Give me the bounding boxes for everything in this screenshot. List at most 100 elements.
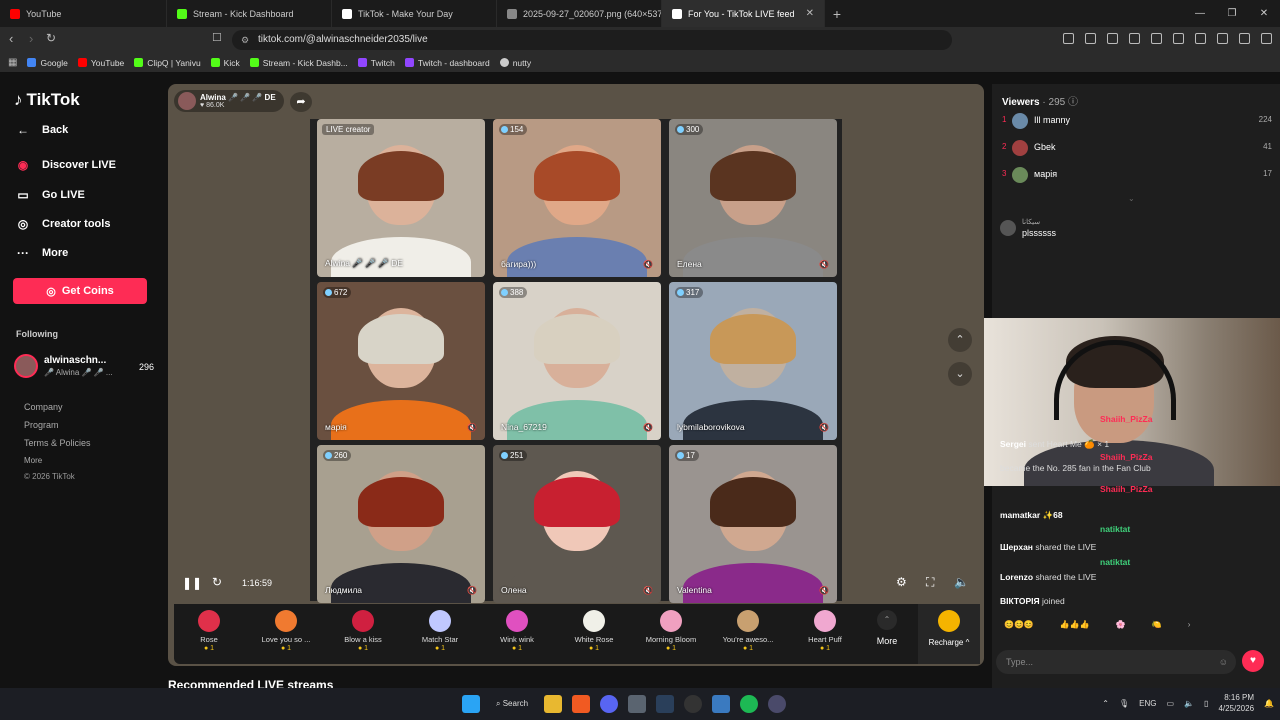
bookmark-icon[interactable]: ☐	[212, 31, 222, 44]
footer-more[interactable]: More	[24, 452, 91, 470]
reaction-icon[interactable]: 🌸	[1116, 620, 1126, 629]
clock[interactable]: 8:16 PM 4/25/2026	[1218, 692, 1254, 714]
extension-icon[interactable]	[1107, 33, 1118, 44]
notification-icon[interactable]: 🔔	[1264, 699, 1274, 708]
reaction-icon[interactable]: 👍👍👍	[1060, 620, 1090, 629]
reaction-icon[interactable]: 🍋	[1152, 620, 1162, 629]
guest-video-cell[interactable]: LIVE creator Alwina 🎤 🎤 🎤 DE	[317, 119, 485, 277]
tab-tiktok-live[interactable]: For You - TikTok LIVE feed ✕	[662, 0, 825, 27]
guest-video-cell[interactable]: 388 Nina_67219 🔇	[493, 282, 661, 440]
guest-video-cell[interactable]: 251 Олена 🔇	[493, 445, 661, 603]
sidebar-item-creator-tools[interactable]: ◎ Creator tools	[14, 217, 111, 231]
apps-grid-icon[interactable]: ▦	[8, 57, 17, 68]
pause-icon[interactable]: ❚❚	[182, 576, 202, 590]
restore-icon[interactable]: ❐	[1216, 0, 1248, 27]
tab-kick-dashboard[interactable]: Stream - Kick Dashboard	[167, 0, 332, 27]
sidebar-item-discover-live[interactable]: ◉ Discover LIVE	[14, 158, 116, 172]
bookmark-kick-dashboard[interactable]: Stream - Kick Dashb...	[249, 58, 348, 68]
app-icon[interactable]	[712, 695, 731, 713]
reaction-icon[interactable]: 😊😊😊	[1004, 620, 1034, 629]
gift-item[interactable]: Wink wink ● 1	[482, 610, 552, 652]
tiktok-logo[interactable]: ♪ TikTok	[14, 90, 80, 110]
discord-icon[interactable]	[600, 695, 619, 713]
chevron-up-icon[interactable]: ⌃	[1102, 699, 1109, 708]
windows-start-icon[interactable]	[462, 695, 480, 713]
gift-item[interactable]: You're aweso... ● 1	[713, 610, 783, 652]
obs-icon[interactable]	[684, 695, 703, 713]
tab-tiktok[interactable]: TikTok - Make Your Day	[332, 0, 497, 27]
gift-item[interactable]: Heart Puff ● 1	[790, 610, 860, 652]
gift-item[interactable]: Match Star ● 1	[405, 610, 475, 652]
extension-icon[interactable]	[1173, 33, 1184, 44]
refresh-icon[interactable]: ↻	[212, 575, 222, 589]
settings-app-icon[interactable]	[628, 695, 647, 713]
recharge-button[interactable]: Recharge ^	[918, 604, 980, 664]
previous-stream-button[interactable]: ⌃	[948, 328, 972, 352]
reload-icon[interactable]: ↻	[46, 31, 56, 45]
gift-item[interactable]: White Rose ● 1	[559, 610, 629, 652]
menu-icon[interactable]	[1261, 33, 1272, 44]
bookmark-youtube[interactable]: YouTube	[77, 58, 124, 68]
viewer-row[interactable]: 2 Gbek 41	[1002, 139, 1272, 157]
close-tab-icon[interactable]: ✕	[806, 8, 814, 19]
live-stream-player[interactable]: Alwina 🎤 🎤 🎤 DE ♥ 86.0K ➦ LIVE creator Al…	[168, 84, 984, 666]
settings-icon[interactable]: ⚙	[896, 575, 907, 589]
sidebar-item-go-live[interactable]: ▭ Go LIVE	[14, 188, 84, 202]
new-tab-button[interactable]: +	[825, 0, 849, 27]
info-icon[interactable]: ⓘ	[1068, 97, 1078, 108]
back-button[interactable]: ← Back	[14, 123, 68, 137]
file-explorer-icon[interactable]	[544, 695, 563, 713]
close-window-icon[interactable]: ✕	[1248, 0, 1280, 27]
language-indicator[interactable]: ENG	[1139, 699, 1156, 708]
gift-item[interactable]: Morning Bloom ● 1	[636, 610, 706, 652]
fullscreen-icon[interactable]: ⛶	[926, 575, 934, 590]
bookmark-twitch-dashboard[interactable]: Twitch - dashboard	[404, 58, 490, 68]
tab-image[interactable]: 2025-09-27_020607.png (640×537)	[497, 0, 662, 27]
gift-item[interactable]: Blow a kiss ● 1	[328, 610, 398, 652]
tab-youtube[interactable]: YouTube	[0, 0, 167, 27]
guest-video-cell[interactable]: 317 lybmilaborovikova 🔇	[669, 282, 837, 440]
guest-video-cell[interactable]: 154 багира))) 🔇	[493, 119, 661, 277]
speaker-icon[interactable]: 🔈	[1184, 699, 1194, 708]
gift-item[interactable]: Rose ● 1	[174, 610, 244, 652]
sidebar-item-more[interactable]: ··· More	[14, 246, 68, 260]
following-user[interactable]: alwinaschn... 🎤 Alwina 🎤 🎤 ... 296	[14, 354, 154, 380]
forward-arrow-icon[interactable]: ›	[29, 31, 33, 46]
heart-button[interactable]: ♥	[1242, 650, 1264, 672]
extension-icon[interactable]	[1085, 33, 1096, 44]
guest-video-cell[interactable]: 300 Елена 🔇	[669, 119, 837, 277]
extension-icon[interactable]	[1195, 33, 1206, 44]
volume-icon[interactable]: 🔈	[954, 575, 969, 589]
back-arrow-icon[interactable]: ‹	[9, 31, 13, 46]
gift-item[interactable]: Love you so ... ● 1	[251, 610, 321, 652]
expand-chevron-icon[interactable]: ⌄	[1128, 194, 1135, 203]
chat-input[interactable]: Type... ☺	[996, 650, 1236, 674]
footer-link-terms[interactable]: Terms & Policies	[24, 434, 91, 452]
bookmark-google[interactable]: Google	[27, 58, 68, 68]
extension-icon[interactable]	[1239, 33, 1250, 44]
bookmark-twitch[interactable]: Twitch	[357, 58, 395, 68]
brave-icon[interactable]	[572, 695, 591, 713]
footer-link-program[interactable]: Program	[24, 416, 91, 434]
site-info-icon[interactable]: ⚙	[241, 30, 249, 50]
steam-icon[interactable]	[656, 695, 675, 713]
guest-video-cell[interactable]: 260 Людмила 🔇	[317, 445, 485, 603]
bookmark-nutty[interactable]: nutty	[499, 58, 531, 68]
get-coins-button[interactable]: ◎ Get Coins	[13, 278, 147, 304]
guest-video-cell[interactable]: 17 Valentina 🔇	[669, 445, 837, 603]
footer-link-company[interactable]: Company	[24, 398, 91, 416]
extension-icon[interactable]	[1063, 33, 1074, 44]
bookmark-kick[interactable]: Kick	[210, 58, 240, 68]
taskbar-search[interactable]: ⌕ Search	[490, 696, 534, 712]
extension-icon[interactable]	[1151, 33, 1162, 44]
extension-icon[interactable]	[1217, 33, 1228, 44]
share-icon[interactable]: ➦	[290, 92, 312, 112]
chevron-right-icon[interactable]: ›	[1188, 620, 1191, 629]
url-field[interactable]: ⚙ tiktok.com/@alwinaschneider2035/live	[232, 30, 952, 50]
app-icon[interactable]	[768, 695, 787, 713]
extension-icon[interactable]	[1129, 33, 1140, 44]
bookmark-clipq[interactable]: ClipQ | Yanivu	[134, 58, 201, 68]
battery-icon[interactable]: ▯	[1204, 699, 1208, 708]
guest-video-cell[interactable]: 672 марія 🔇	[317, 282, 485, 440]
viewer-row[interactable]: 1 Ill manny 224	[1002, 112, 1272, 130]
